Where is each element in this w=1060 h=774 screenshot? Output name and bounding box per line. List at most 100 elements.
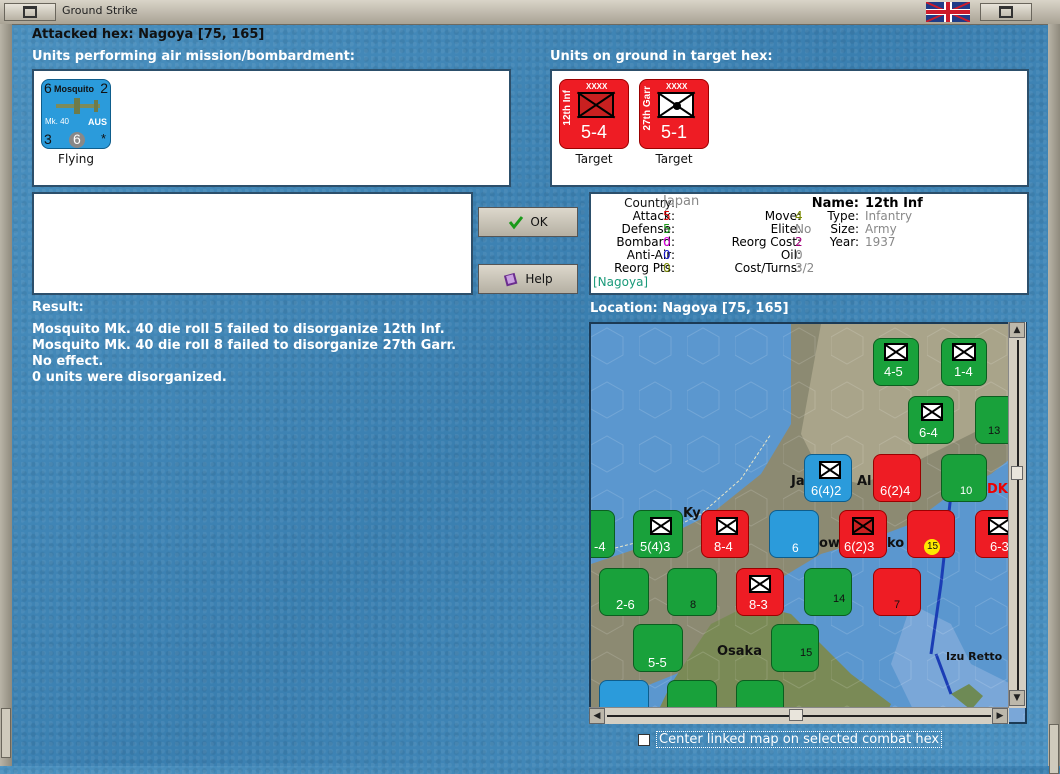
map-counter[interactable]: 1-4	[941, 338, 987, 386]
year-value: 1937	[865, 235, 896, 249]
message-panel	[32, 192, 473, 295]
checkmark-icon	[509, 216, 524, 230]
map-label: Ky	[683, 506, 701, 521]
help-button-label: Help	[525, 272, 553, 286]
map-counter[interactable]: 8-4	[701, 510, 749, 558]
map-label: DK	[987, 482, 1008, 497]
counter-strength: 5-4	[581, 122, 608, 142]
scroll-up-icon[interactable]: ▲	[1009, 322, 1025, 338]
ground-unit-status: Target	[655, 152, 693, 166]
map-label: ko	[887, 536, 905, 551]
window-title: Ground Strike	[62, 4, 138, 17]
counter-value: *	[100, 131, 106, 146]
map-counter[interactable]: 6(4)2	[804, 454, 852, 502]
mosquito-counter[interactable]: 6 Mosquito 2 Mk. 40 AUS 3 6 *	[41, 79, 111, 149]
map-counter[interactable]: -4	[591, 510, 615, 558]
maximize-icon	[999, 6, 1013, 18]
scroll-right-icon[interactable]: ▶	[992, 708, 1008, 724]
counter-name: Mosquito	[54, 84, 94, 94]
scroll-down-icon[interactable]: ▼	[1009, 690, 1025, 706]
size-label: Size:	[830, 222, 859, 236]
air-unit-status: Flying	[58, 152, 94, 166]
ground-units-panel: 12th Inf XXXX 5-4 Target 27th Garr XXXX …	[550, 69, 1029, 187]
help-button[interactable]: Help	[478, 264, 578, 294]
scroll-thumb[interactable]	[1011, 466, 1023, 480]
map-counter[interactable]: 8-3	[736, 568, 784, 616]
counter-value: 6	[73, 131, 81, 147]
map-counter[interactable]: 2-6	[599, 568, 649, 616]
size-value: Army	[865, 222, 897, 236]
scroll-thumb[interactable]	[789, 709, 803, 721]
map-counter[interactable]: 15	[907, 510, 955, 558]
reorg-cost-value: 2	[795, 235, 803, 249]
counter-value: 3	[44, 131, 52, 147]
result-line: No effect.	[32, 354, 104, 369]
ground-unit-12th-inf[interactable]: 12th Inf XXXX 5-4	[559, 79, 629, 149]
defense-value: 5	[663, 222, 671, 236]
map-label: Al	[857, 474, 872, 489]
counter-name: 12th Inf	[562, 90, 573, 126]
ok-button-label: OK	[530, 215, 548, 229]
map-counter[interactable]: 6-4	[908, 396, 954, 444]
counter-strength: 5-1	[661, 122, 688, 142]
map-counter[interactable]: 15	[771, 624, 819, 672]
map-view[interactable]: Osaka Izu Retto Ky Ja Al ow ko DK 4-5 1-…	[589, 322, 1027, 724]
reorg-cost-label: Reorg Cost:	[731, 235, 801, 249]
oil-value: 0	[795, 248, 803, 262]
counter-model: Mk. 40	[45, 117, 70, 126]
map-label: ow	[819, 536, 840, 551]
cost-turns-label: Cost/Turns:	[734, 261, 801, 275]
ground-unit-status: Target	[575, 152, 613, 166]
elite-value: No	[795, 222, 812, 236]
map-counter[interactable]: 14	[804, 568, 852, 616]
counter-nation: AUS	[87, 117, 107, 127]
result-line: 0 units were disorganized.	[32, 370, 227, 385]
map-vertical-scrollbar[interactable]: ▲ ▼	[1008, 322, 1026, 708]
result-line: Mosquito Mk. 40 die roll 5 failed to dis…	[32, 322, 445, 337]
infantry-icon	[578, 92, 614, 118]
center-map-checkbox[interactable]	[638, 734, 650, 746]
map-counter[interactable]: 4-5	[873, 338, 919, 386]
map-counter[interactable]: 10	[941, 454, 987, 502]
center-map-checkbox-label[interactable]: Center linked map on selected combat hex	[656, 731, 943, 748]
country-value: Japan	[663, 194, 700, 209]
uk-flag-icon	[926, 2, 970, 22]
resize-handle[interactable]	[1, 708, 11, 758]
bombard-value: 0	[663, 235, 671, 249]
air-units-panel: 6 Mosquito 2 Mk. 40 AUS 3 6 * Flying	[32, 69, 511, 187]
title-bar: Ground Strike	[0, 0, 1060, 25]
aircraft-icon	[56, 98, 100, 114]
ground-units-label: Units on ground in target hex:	[550, 49, 773, 64]
ground-unit-27th-garr[interactable]: 27th Garr XXXX 5-1	[639, 79, 709, 149]
maximize-button[interactable]	[980, 3, 1032, 21]
year-label: Year:	[829, 235, 859, 249]
ok-button[interactable]: OK	[478, 207, 578, 237]
counter-value: 6	[44, 80, 52, 96]
map-counter-mosquito[interactable]: 6	[769, 510, 819, 558]
reorg-pts-value: 0	[663, 261, 671, 275]
type-label: Type:	[827, 209, 859, 223]
map-horizontal-scrollbar[interactable]: ◀ ▶	[589, 707, 1009, 724]
map-counter-selected[interactable]: 6(2)3	[839, 510, 887, 558]
location-link[interactable]: [Nagoya]	[593, 275, 648, 289]
map-counter[interactable]: 6(2)4	[873, 454, 921, 502]
map-counter[interactable]: 8	[667, 568, 717, 616]
result-line: Mosquito Mk. 40 die roll 8 failed to dis…	[32, 338, 457, 353]
counter-value: 2	[100, 80, 108, 96]
window-menu-button[interactable]	[4, 3, 56, 21]
antiair-value: 0	[663, 248, 671, 262]
location-label: Location: Nagoya [75, 165]	[590, 301, 789, 316]
map-counter[interactable]: 7	[873, 568, 921, 616]
map-counter[interactable]: 5(4)3	[633, 510, 683, 558]
counter-size: XXXX	[586, 82, 608, 91]
cost-turns-value: 3/2	[795, 261, 815, 275]
map-label-osaka: Osaka	[717, 644, 762, 659]
window-icon	[23, 6, 37, 18]
move-value: 4	[795, 209, 803, 223]
result-label: Result:	[32, 300, 84, 315]
attacked-hex-label: Attacked hex: Nagoya [75, 165]	[32, 27, 265, 42]
map-counter[interactable]: 5-5	[633, 624, 683, 672]
type-value: Infantry	[865, 209, 913, 223]
resize-handle[interactable]	[1049, 724, 1059, 774]
scroll-left-icon[interactable]: ◀	[589, 708, 605, 724]
